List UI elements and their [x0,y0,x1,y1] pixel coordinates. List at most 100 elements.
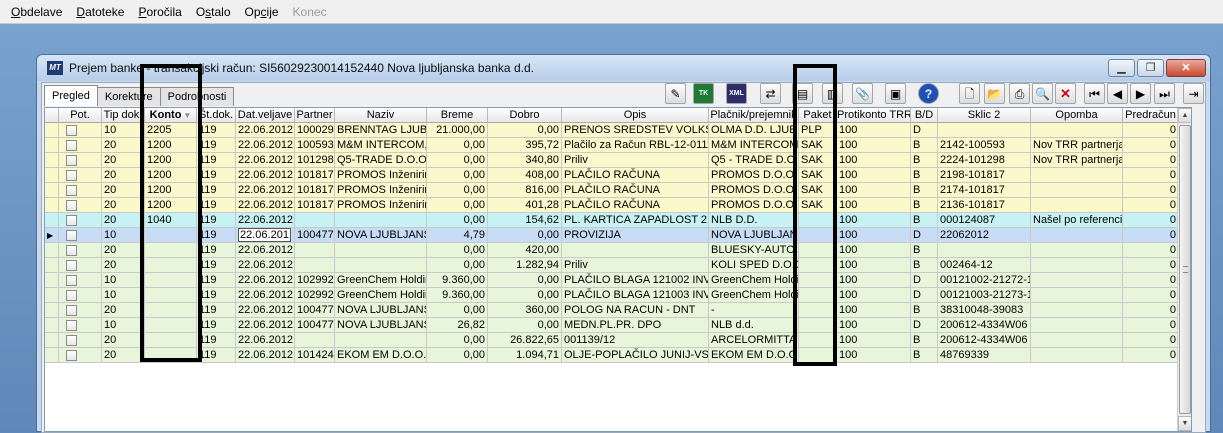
cell-stdok[interactable]: 119 [197,153,236,168]
cell-sklic[interactable]: 200612-4334W06 [938,318,1031,333]
confirm-checkbox[interactable] [66,230,77,241]
cell-naziv[interactable] [335,258,427,273]
cell-bd[interactable]: B [911,213,938,228]
table-row[interactable]: 10 119 22.06.2012 102992 GreenChem Holdir 9.3… [45,273,1191,288]
cell-bd[interactable]: B [911,153,938,168]
cell-dobro[interactable]: 408,00 [488,168,562,183]
cell-partner[interactable]: 100477 [295,303,335,318]
cell-stdok[interactable]: 119 [197,273,236,288]
confirm-checkbox[interactable] [66,215,77,226]
cell-naziv[interactable]: NOVA LJUBLJANS [335,303,427,318]
cell-tip[interactable]: 10 [102,288,145,303]
cell-konto[interactable] [145,258,197,273]
cell-konto[interactable]: 1200 [145,138,197,153]
cell-partner[interactable]: 100029 [295,123,335,138]
column-header-pot[interactable]: Pot. [59,108,102,123]
cell-bd[interactable]: B [911,348,938,363]
cell-dobro[interactable]: 340,80 [488,153,562,168]
cell-konto[interactable] [145,273,197,288]
cell-predracun[interactable]: 0 [1123,213,1179,228]
cell-placnik[interactable]: PROMOS D.O.O. [709,198,799,213]
cell-opomba[interactable]: Nov TRR partnerja [1031,138,1123,153]
cell-pot[interactable] [59,288,102,303]
cell-dobro[interactable]: 0,00 [488,273,562,288]
cell-predracun[interactable]: 0 [1123,168,1179,183]
cell-partner[interactable] [295,213,335,228]
cell-predracun[interactable]: 0 [1123,318,1179,333]
cell-dobro[interactable]: 1.282,94 [488,258,562,273]
cell-opomba[interactable] [1031,183,1123,198]
print-icon[interactable]: ⎙ [1009,83,1030,104]
confirm-checkbox[interactable] [66,350,77,361]
table-row[interactable]: 20 119 22.06.2012 100477 NOVA LJUBLJANS 0,00 3… [45,303,1191,318]
column-header-opomba[interactable]: Opomba [1031,108,1123,123]
cell-sklic[interactable]: 2224-101298 [938,153,1031,168]
table-row[interactable]: 10 119 22.06.2012 102992 GreenChem Holdir 9.3… [45,288,1191,303]
cell-konto[interactable]: 1200 [145,183,197,198]
cell-pot[interactable] [59,258,102,273]
cell-pot[interactable] [59,168,102,183]
cell-opis[interactable]: PLAČILO RAČUNA [562,183,709,198]
open-folder-icon[interactable]: 📂 [984,83,1005,104]
cell-tip[interactable]: 10 [102,123,145,138]
cell-bd[interactable]: D [911,273,938,288]
cell-stdok[interactable]: 119 [197,123,236,138]
cell-opomba[interactable] [1031,123,1123,138]
cell-pot[interactable] [59,243,102,258]
cell-bd[interactable]: B [911,243,938,258]
cell-partner[interactable] [295,258,335,273]
cell-pot[interactable] [59,303,102,318]
cell-naziv[interactable]: NOVA LJUBLJANS [335,228,427,243]
cell-opis[interactable]: PLAČILO BLAGA 121002 INVO [562,273,709,288]
cell-datv[interactable]: 22.06.2012 [236,243,295,258]
cell-opis[interactable]: POLOG NA RACUN - DNT [562,303,709,318]
cell-tip[interactable]: 20 [102,243,145,258]
cell-opis[interactable]: Priliv [562,153,709,168]
cell-breme[interactable]: 9.360,00 [427,288,488,303]
cell-datv[interactable]: 22.06.2012 [236,288,295,303]
cell-tip[interactable]: 20 [102,258,145,273]
cell-dobro[interactable]: 0,00 [488,123,562,138]
cell-breme[interactable]: 0,00 [427,198,488,213]
paperclip-icon[interactable]: 📎 [852,83,873,104]
cell-protikonto[interactable]: 100 [837,288,911,303]
edit-pencil-icon[interactable]: ✎ [665,83,686,104]
document-receive-icon[interactable]: ▥ [822,83,843,104]
cell-placnik[interactable]: KOLI SPED D.O.O [709,258,799,273]
cell-opis[interactable]: 001139/12 [562,333,709,348]
cell-sklic[interactable]: 200612-4334W06 [938,333,1031,348]
maximize-button[interactable]: ❐ [1137,59,1164,77]
cell-tip[interactable]: 10 [102,273,145,288]
cell-partner[interactable] [295,333,335,348]
cell-paket[interactable] [799,333,837,348]
cell-opomba[interactable] [1031,228,1123,243]
cell-datv[interactable]: 22.06.2012 [236,318,295,333]
cell-datv[interactable]: 22.06.2012 [236,168,295,183]
monitor-icon[interactable]: ▣ [885,83,906,104]
cell-datv[interactable]: 22.06.201 [236,228,295,243]
menu-item-0[interactable]: Obdelave [4,1,69,23]
cell-protikonto[interactable]: 100 [837,123,911,138]
cell-opis[interactable]: OLJE-POPLAČILO JUNIJ-VSE [562,348,709,363]
cell-pot[interactable] [59,333,102,348]
cell-sklic[interactable]: 38310048-39083 [938,303,1031,318]
cell-predracun[interactable]: 0 [1123,123,1179,138]
cell-naziv[interactable]: GreenChem Holdir [335,273,427,288]
cell-placnik[interactable]: PROMOS D.O.O. [709,168,799,183]
cell-naziv[interactable]: M&M INTERCOM, [335,138,427,153]
cell-placnik[interactable]: GreenChem Holdi [709,288,799,303]
cell-dobro[interactable]: 401,28 [488,198,562,213]
table-row[interactable]: 20 1200 119 22.06.2012 101817 PROMOS Inženiri… [45,183,1191,198]
cell-placnik[interactable]: EKOM EM D.O.O [709,348,799,363]
table-row[interactable]: 20 1200 119 22.06.2012 101817 PROMOS Inženiri… [45,168,1191,183]
xml-icon[interactable]: XML [726,83,747,104]
table-row[interactable]: 20 1040 119 22.06.2012 0,00 154,62 PL. KARTICA… [45,213,1191,228]
cell-stdok[interactable]: 119 [197,198,236,213]
cell-stdok[interactable]: 119 [197,243,236,258]
cell-sklic[interactable] [938,123,1031,138]
column-header-paket[interactable]: Paket [799,108,837,123]
cell-partner[interactable]: 101817 [295,198,335,213]
confirm-checkbox[interactable] [66,290,77,301]
cell-placnik[interactable]: - [709,303,799,318]
cell-datv[interactable]: 22.06.2012 [236,258,295,273]
